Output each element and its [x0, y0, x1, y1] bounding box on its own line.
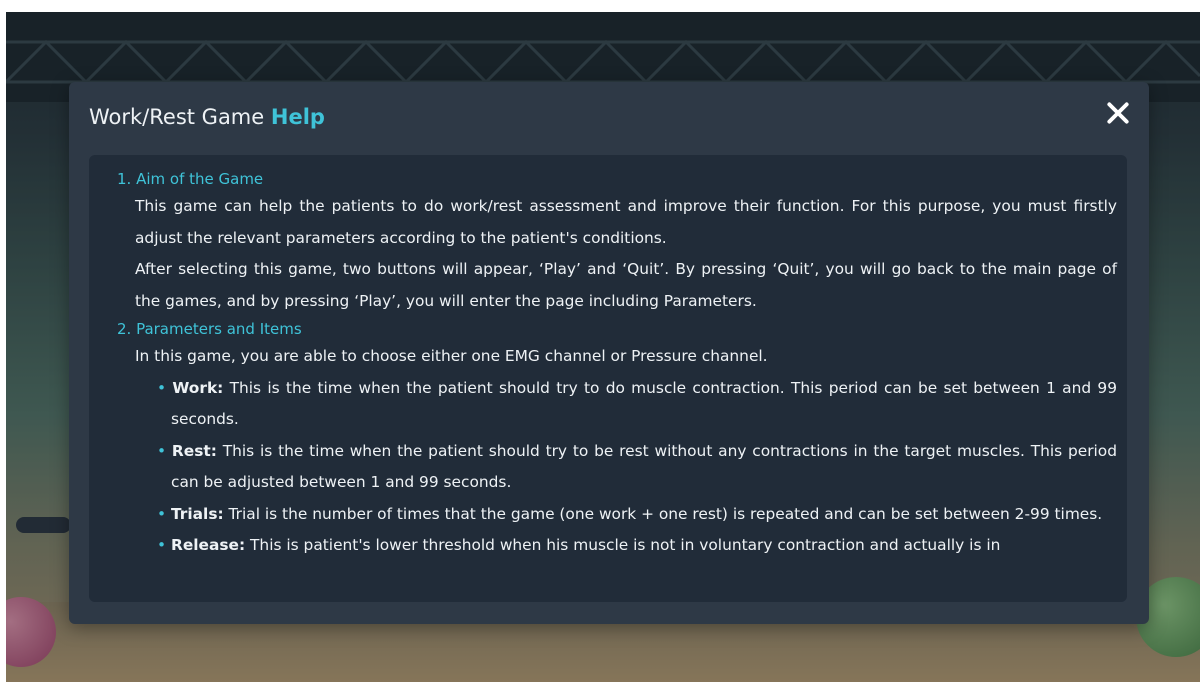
parameter-term: Release:: [170, 536, 246, 554]
dialog-title-accent: Help: [270, 105, 325, 129]
close-button[interactable]: [1105, 100, 1131, 126]
parameter-item: • Trials: Trial is the number of times t…: [157, 499, 1117, 531]
close-icon: [1107, 102, 1129, 124]
section-heading: 1. Aim of the Game: [117, 170, 264, 188]
parameter-item: • Release: This is patient's lower thres…: [157, 530, 1117, 562]
bullet-icon: •: [157, 504, 171, 523]
dialog-title-prefix: Work/Rest Game: [89, 105, 265, 129]
paragraph: After selecting this game, two buttons w…: [135, 260, 1117, 310]
parameter-term: Rest:: [171, 441, 217, 460]
dialog-title: Work/Rest Game Help: [89, 102, 325, 132]
bullet-icon: •: [157, 378, 173, 397]
bullet-icon: •: [157, 441, 172, 460]
parameter-description: This is the time when the patient should…: [171, 441, 1117, 492]
parameter-item: • Work: This is the time when the patien…: [157, 373, 1117, 436]
parameter-description: Trial is the number of times that the ga…: [223, 504, 1103, 523]
parameter-description: This is patient's lower threshold when h…: [245, 536, 1001, 554]
paragraph: This game can help the patients to do wo…: [135, 197, 1117, 247]
parameter-term: Work:: [172, 378, 224, 397]
parameter-item: • Rest: This is the time when the patien…: [157, 436, 1117, 499]
bullet-icon: •: [157, 536, 171, 554]
help-dialog: Work/Rest Game Help 1. Aim of the Game T…: [69, 82, 1149, 624]
help-content-scroll-area[interactable]: 1. Aim of the Game This game can help th…: [89, 155, 1127, 602]
parameter-description: This is the time when the patient should…: [171, 378, 1117, 429]
section-heading: 2. Parameters and Items: [117, 320, 302, 338]
parameter-term: Trials:: [170, 504, 224, 523]
paragraph: In this game, you are able to choose eit…: [135, 347, 768, 365]
